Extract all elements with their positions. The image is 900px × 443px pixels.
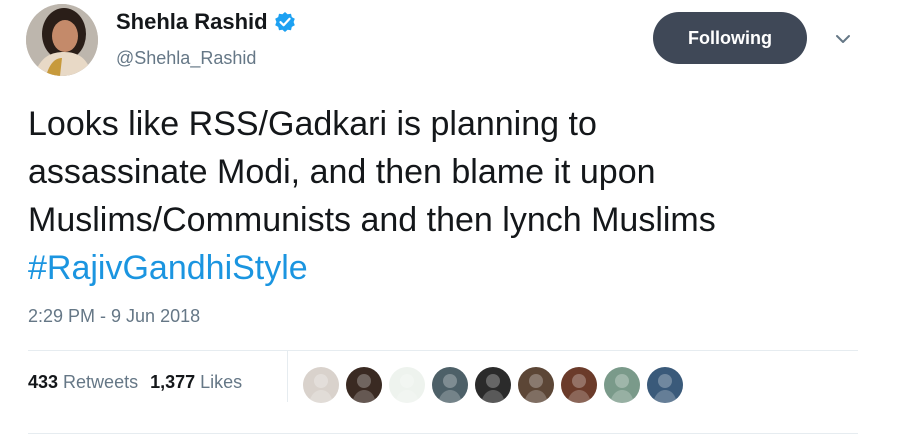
liker-avatars [303, 367, 690, 403]
liker-5-avatar[interactable] [475, 367, 511, 403]
likes-label: Likes [200, 372, 243, 392]
divider [28, 433, 858, 434]
retweets-count: 433 [28, 372, 59, 392]
liker-9-avatar[interactable] [647, 367, 683, 403]
retweets-stat[interactable]: 433 Retweets [28, 372, 138, 393]
liker-1-avatar[interactable] [303, 367, 339, 403]
liker-3-avatar[interactable] [389, 367, 425, 403]
tweet-timestamp[interactable]: 2:29 PM - 9 Jun 2018 [28, 306, 200, 327]
author-display-name[interactable]: Shehla Rashid [116, 9, 268, 35]
tweet-stats: 433 Retweets 1,377 Likes [28, 372, 242, 393]
stats-separator [287, 350, 288, 402]
author-handle[interactable]: @Shehla_Rashid [116, 48, 256, 69]
likes-stat[interactable]: 1,377 Likes [150, 372, 242, 393]
tweet-text-line: Muslims/Communists and then lynch Muslim… [28, 201, 716, 239]
tweet-text-line: Looks like RSS/Gadkari is planning to [28, 105, 597, 143]
likes-count: 1,377 [150, 372, 196, 392]
hashtag-link[interactable]: #RajivGandhiStyle [28, 249, 308, 287]
following-button[interactable]: Following [653, 12, 807, 64]
divider [28, 350, 858, 351]
retweets-label: Retweets [63, 372, 139, 392]
liker-4-avatar[interactable] [432, 367, 468, 403]
liker-6-avatar[interactable] [518, 367, 554, 403]
tweet-text: Looks like RSS/Gadkari is planning to as… [28, 100, 888, 292]
chevron-down-icon[interactable] [832, 28, 854, 50]
tweet-text-line: assassinate Modi, and then blame it upon [28, 153, 656, 191]
liker-8-avatar[interactable] [604, 367, 640, 403]
author-avatar[interactable] [26, 4, 98, 76]
liker-7-avatar[interactable] [561, 367, 597, 403]
liker-2-avatar[interactable] [346, 367, 382, 403]
verified-badge-icon [274, 11, 296, 33]
